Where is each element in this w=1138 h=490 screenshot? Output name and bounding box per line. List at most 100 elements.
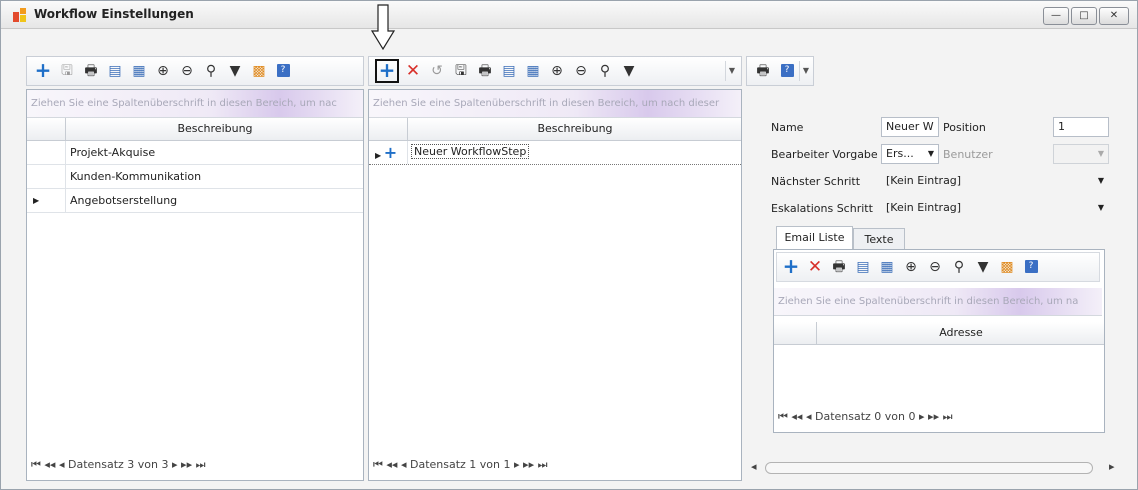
next-page-icon[interactable]: ▸▸ <box>181 458 192 471</box>
first-record-icon[interactable]: ⏮ <box>31 458 41 471</box>
prev-page-icon[interactable]: ◂◂ <box>44 458 55 471</box>
tab-texte[interactable]: Texte <box>853 228 905 251</box>
bearbeiter-label: Bearbeiter Vorgabe <box>771 148 878 161</box>
filter-icon[interactable]: ▼ <box>619 61 639 81</box>
column-header[interactable]: Beschreibung <box>27 118 363 141</box>
zoom-out-icon[interactable]: ⊖ <box>177 61 197 81</box>
delete-icon[interactable]: ✕ <box>403 61 423 81</box>
group-panel-hint[interactable]: Ziehen Sie eine Spaltenüberschrift in di… <box>369 90 741 118</box>
prev-record-icon[interactable]: ◂ <box>59 458 65 471</box>
row-selector-header <box>27 118 66 140</box>
last-record-icon[interactable]: ⏭ <box>538 458 548 471</box>
row-label[interactable]: Neuer WorkflowStep <box>411 144 530 159</box>
export-icon[interactable]: ▦ <box>523 61 543 81</box>
middle-toolbar: + ✕ ↺ 🖫 🖶 ▤ ▦ ⊕ ⊖ ⚲ ▼ ▼ <box>368 56 742 86</box>
find-icon[interactable]: ⚲ <box>201 61 221 81</box>
maximize-button[interactable]: □ <box>1071 7 1097 25</box>
benutzer-select[interactable]: ▼ <box>1053 144 1109 164</box>
print-icon[interactable]: 🖶 <box>829 257 849 277</box>
record-status: Datensatz 0 von 0 <box>814 410 916 423</box>
prev-record-icon[interactable]: ◂ <box>401 458 407 471</box>
chevron-down-icon: ▼ <box>1097 203 1104 212</box>
next-record-icon[interactable]: ▸ <box>172 458 178 471</box>
toolbar-overflow-chevron-down-icon[interactable]: ▼ <box>725 61 738 81</box>
print-preview-icon[interactable]: ▤ <box>105 61 125 81</box>
zoom-in-icon[interactable]: ⊕ <box>153 61 173 81</box>
scrollbar-thumb[interactable] <box>765 462 1093 474</box>
column-header[interactable]: Adresse <box>774 322 1104 345</box>
next-page-icon[interactable]: ▸▸ <box>928 410 939 423</box>
table-row[interactable]: Projekt-Akquise <box>27 141 363 165</box>
add-icon[interactable]: + <box>33 60 53 81</box>
column-header[interactable]: Beschreibung <box>369 118 741 141</box>
help-icon[interactable]: ? <box>777 61 797 81</box>
email-toolbar: + ✕ 🖶 ▤ ▦ ⊕ ⊖ ⚲ ▼ ▩ ? <box>776 252 1100 282</box>
zoom-in-icon[interactable]: ⊕ <box>547 61 567 81</box>
next-record-icon[interactable]: ▸ <box>919 410 925 423</box>
add-icon[interactable]: + <box>375 59 399 83</box>
zoom-in-icon[interactable]: ⊕ <box>901 257 921 277</box>
print-icon[interactable]: 🖶 <box>81 61 101 81</box>
prev-page-icon[interactable]: ◂◂ <box>386 458 397 471</box>
minimize-button[interactable]: — <box>1043 7 1069 25</box>
tab-email-liste[interactable]: Email Liste <box>776 226 853 250</box>
help-icon[interactable]: ? <box>273 61 293 81</box>
column-chooser-icon[interactable]: ▩ <box>249 61 269 81</box>
save-icon[interactable]: 🖫 <box>451 61 471 81</box>
help-icon[interactable]: ? <box>1021 257 1041 277</box>
export-icon[interactable]: ▦ <box>877 257 897 277</box>
save-icon[interactable]: 🖫 <box>57 61 77 81</box>
delete-icon[interactable]: ✕ <box>805 257 825 277</box>
row-selector-header <box>369 118 408 140</box>
name-field[interactable]: Neuer W <box>881 117 939 137</box>
group-panel-hint[interactable]: Ziehen Sie eine Spaltenüberschrift in di… <box>27 90 363 118</box>
next-record-icon[interactable]: ▸ <box>514 458 520 471</box>
filter-icon[interactable]: ▼ <box>973 257 993 277</box>
record-navigator: ⏮ ◂◂ ◂ Datensatz 3 von 3 ▸ ▸▸ ⏭ <box>31 454 357 476</box>
scroll-left-icon[interactable]: ◂ <box>751 456 757 478</box>
first-record-icon[interactable]: ⏮ <box>778 410 788 423</box>
find-icon[interactable]: ⚲ <box>595 61 615 81</box>
position-field[interactable]: 1 <box>1053 117 1109 137</box>
close-button[interactable]: ✕ <box>1099 7 1129 25</box>
group-panel-hint[interactable]: Ziehen Sie eine Spaltenüberschrift in di… <box>774 288 1102 316</box>
table-row-selected[interactable]: ▶ Angebotserstellung <box>27 189 363 213</box>
print-preview-icon[interactable]: ▤ <box>853 257 873 277</box>
scroll-right-icon[interactable]: ▸ <box>1109 456 1115 478</box>
table-row-new[interactable]: ▶ + Neuer WorkflowStep <box>369 141 741 165</box>
benutzer-label: Benutzer <box>943 148 993 161</box>
current-row-indicator: ▶ <box>27 189 66 212</box>
prev-record-icon[interactable]: ◂ <box>806 410 812 423</box>
naechster-schritt-select[interactable]: [Kein Eintrag] ▼ <box>881 171 1109 191</box>
last-record-icon[interactable]: ⏭ <box>196 458 206 471</box>
prev-page-icon[interactable]: ◂◂ <box>791 410 802 423</box>
horizontal-scrollbar[interactable]: ◂ ▸ <box>751 456 1131 478</box>
bearbeiter-select[interactable]: Ers... ▼ <box>881 144 939 164</box>
eskalations-schritt-value: [Kein Eintrag] <box>886 201 962 214</box>
annotation-arrow <box>370 4 396 51</box>
export-icon[interactable]: ▦ <box>129 61 149 81</box>
eskalations-schritt-select[interactable]: [Kein Eintrag] ▼ <box>881 198 1109 218</box>
chevron-down-icon: ▼ <box>1097 176 1104 185</box>
first-record-icon[interactable]: ⏮ <box>373 458 383 471</box>
print-preview-icon[interactable]: ▤ <box>499 61 519 81</box>
column-header-label: Beschreibung <box>537 122 613 135</box>
name-label: Name <box>771 121 804 134</box>
zoom-out-icon[interactable]: ⊖ <box>925 257 945 277</box>
print-icon[interactable]: 🖶 <box>475 61 495 81</box>
next-page-icon[interactable]: ▸▸ <box>523 458 534 471</box>
last-record-icon[interactable]: ⏭ <box>943 410 953 423</box>
close-icon: ✕ <box>1109 10 1119 21</box>
print-icon[interactable]: 🖶 <box>753 61 773 81</box>
title-bar: Workflow Einstellungen — □ ✕ <box>1 1 1137 29</box>
filter-icon[interactable]: ▼ <box>225 61 245 81</box>
toolbar-overflow-chevron-down-icon[interactable]: ▼ <box>799 61 812 81</box>
find-icon[interactable]: ⚲ <box>949 257 969 277</box>
undo-icon[interactable]: ↺ <box>427 61 447 81</box>
add-icon[interactable]: + <box>781 256 801 277</box>
column-chooser-icon[interactable]: ▩ <box>997 257 1017 277</box>
record-navigator: ⏮ ◂◂ ◂ Datensatz 1 von 1 ▸ ▸▸ ⏭ <box>373 454 733 476</box>
row-indicator <box>27 141 66 164</box>
zoom-out-icon[interactable]: ⊖ <box>571 61 591 81</box>
table-row[interactable]: Kunden-Kommunikation <box>27 165 363 189</box>
